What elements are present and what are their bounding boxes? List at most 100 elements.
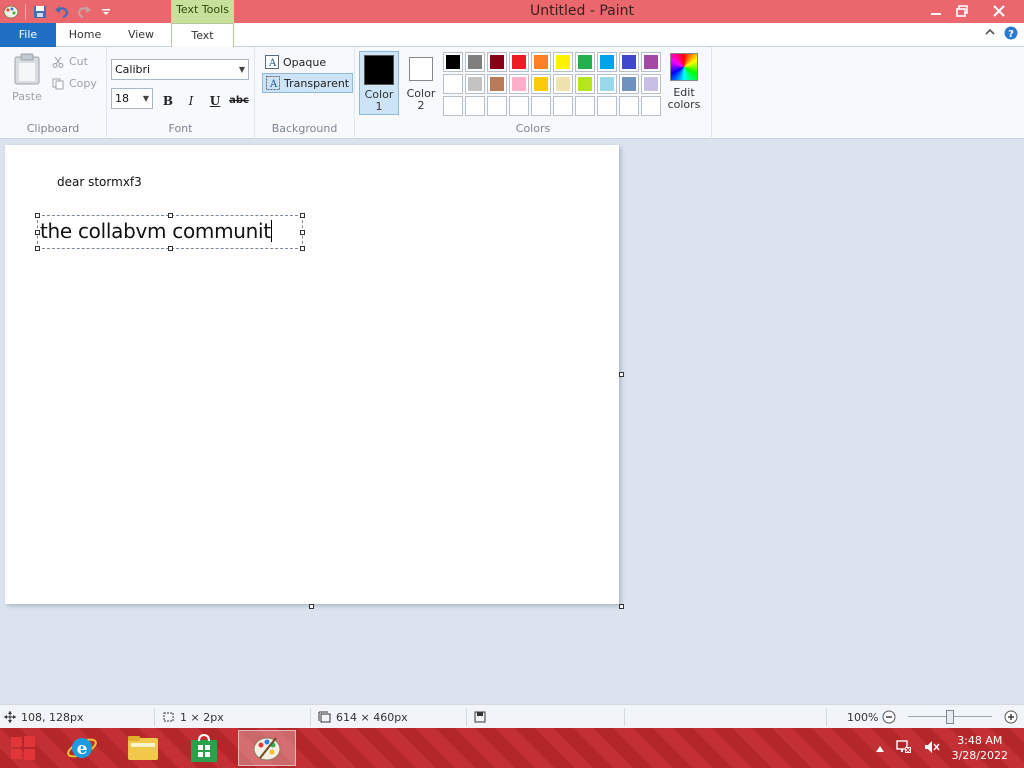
customize-qat-icon[interactable] [95,1,117,23]
font-size-select[interactable]: 18 ▼ [111,88,153,109]
palette-swatch[interactable] [553,74,573,94]
textbox-handle-tl[interactable] [35,213,40,218]
selection-size: 1 × 2px [162,705,224,729]
copy-button[interactable]: Copy [52,77,97,90]
canvas-resize-bottom[interactable] [309,604,314,609]
tab-home[interactable]: Home [58,23,112,47]
palette-swatch[interactable] [487,96,507,116]
textbox-handle-br[interactable] [300,246,305,251]
system-tray: 3:48 AM 3/28/2022 [875,728,1024,768]
bold-button[interactable]: B [158,91,178,111]
close-button[interactable] [976,0,1022,22]
palette-swatch[interactable] [619,96,639,116]
palette-swatch[interactable] [553,52,573,72]
collapse-ribbon-icon[interactable] [984,26,996,43]
taskbar-paint[interactable] [238,730,296,766]
paint-app-icon[interactable] [0,1,22,23]
palette-swatch[interactable] [465,74,485,94]
copy-icon [52,78,64,89]
folder-icon [128,736,158,760]
palette-swatch[interactable] [443,96,463,116]
textbox-handle-mr[interactable] [300,230,305,235]
textbox-handle-tm[interactable] [168,213,173,218]
palette-swatch[interactable] [597,52,617,72]
canvas-workspace[interactable]: dear stormxf3 the collabvm communit [0,139,1024,704]
help-icon[interactable]: ? [1004,26,1018,43]
textbox-handle-bl[interactable] [35,246,40,251]
textbox-handle-ml[interactable] [35,230,40,235]
palette-swatch[interactable] [487,52,507,72]
start-button[interactable] [0,730,46,766]
color2-number: 2 [417,99,425,112]
minimize-button[interactable] [922,0,950,22]
status-separator [154,708,155,726]
textbox-handle-tr[interactable] [300,213,305,218]
palette-swatch-color [468,55,482,69]
palette-swatch[interactable] [443,52,463,72]
tab-file[interactable]: File [0,23,56,47]
palette-swatch[interactable] [575,52,595,72]
network-icon[interactable] [895,739,912,757]
palette-swatch[interactable] [509,96,529,116]
cut-button[interactable]: Cut [52,55,88,68]
color1-selector[interactable]: Color 1 [359,51,399,115]
edit-colors-button[interactable]: Edit colors [666,53,702,111]
undo-icon[interactable] [51,1,73,23]
palette-swatch[interactable] [487,74,507,94]
palette-swatch[interactable] [641,52,661,72]
textbox-handle-bm[interactable] [168,246,173,251]
opaque-option[interactable]: A Opaque [262,52,329,72]
palette-swatch[interactable] [641,74,661,94]
palette-swatch[interactable] [531,96,551,116]
font-group: Calibri ▼ 18 ▼ B I U abc Font [107,47,255,139]
zoom-out-button[interactable] [882,705,896,729]
palette-swatch[interactable] [531,74,551,94]
italic-button[interactable]: I [181,91,201,111]
save-icon[interactable] [29,1,51,23]
text-box[interactable]: the collabvm communit [35,213,305,251]
zoom-slider-thumb[interactable] [946,710,954,724]
palette-swatch[interactable] [619,74,639,94]
text-box-content[interactable]: the collabvm communit [40,219,272,243]
palette-swatch[interactable] [575,96,595,116]
palette-swatch[interactable] [465,96,485,116]
palette-swatch[interactable] [465,52,485,72]
palette-swatch[interactable] [575,74,595,94]
quick-access-toolbar [0,0,117,23]
palette-swatch[interactable] [553,96,573,116]
clock[interactable]: 3:48 AM 3/28/2022 [952,733,1008,763]
palette-swatch[interactable] [531,52,551,72]
opaque-label: Opaque [283,55,327,69]
text-tools-context-tab: Text Tools [171,0,234,23]
tab-view[interactable]: View [114,23,168,47]
font-family-select[interactable]: Calibri ▼ [111,59,249,80]
palette-swatch[interactable] [619,52,639,72]
strikethrough-button[interactable]: abc [227,91,251,111]
canvas-resize-right[interactable] [619,372,624,377]
tab-text[interactable]: Text [171,23,234,48]
taskbar-internet-explorer[interactable]: e [56,730,108,766]
taskbar-file-explorer[interactable] [117,730,169,766]
volume-muted-icon[interactable] [924,740,940,757]
drawing-canvas[interactable]: dear stormxf3 the collabvm communit [5,145,619,604]
canvas-resize-corner[interactable] [619,604,624,609]
palette-swatch-color [534,77,548,91]
palette-swatch-color [578,55,592,69]
palette-swatch[interactable] [509,52,529,72]
palette-swatch[interactable] [597,74,617,94]
color2-selector[interactable]: Color 2 [401,51,441,115]
zoom-in-button[interactable] [1004,705,1018,729]
transparent-option[interactable]: A Transparent [262,73,354,93]
move-cursor-icon [4,711,16,723]
palette-swatch[interactable] [597,96,617,116]
redo-icon[interactable] [73,1,95,23]
underline-button[interactable]: U [205,91,225,111]
restore-button[interactable] [948,0,976,22]
taskbar-store[interactable] [178,730,230,766]
paste-button[interactable]: Paste [8,53,46,103]
palette-swatch[interactable] [443,74,463,94]
palette-swatch[interactable] [509,74,529,94]
palette-swatch-color [600,99,614,113]
show-hidden-icons-icon[interactable] [875,742,884,755]
palette-swatch[interactable] [641,96,661,116]
